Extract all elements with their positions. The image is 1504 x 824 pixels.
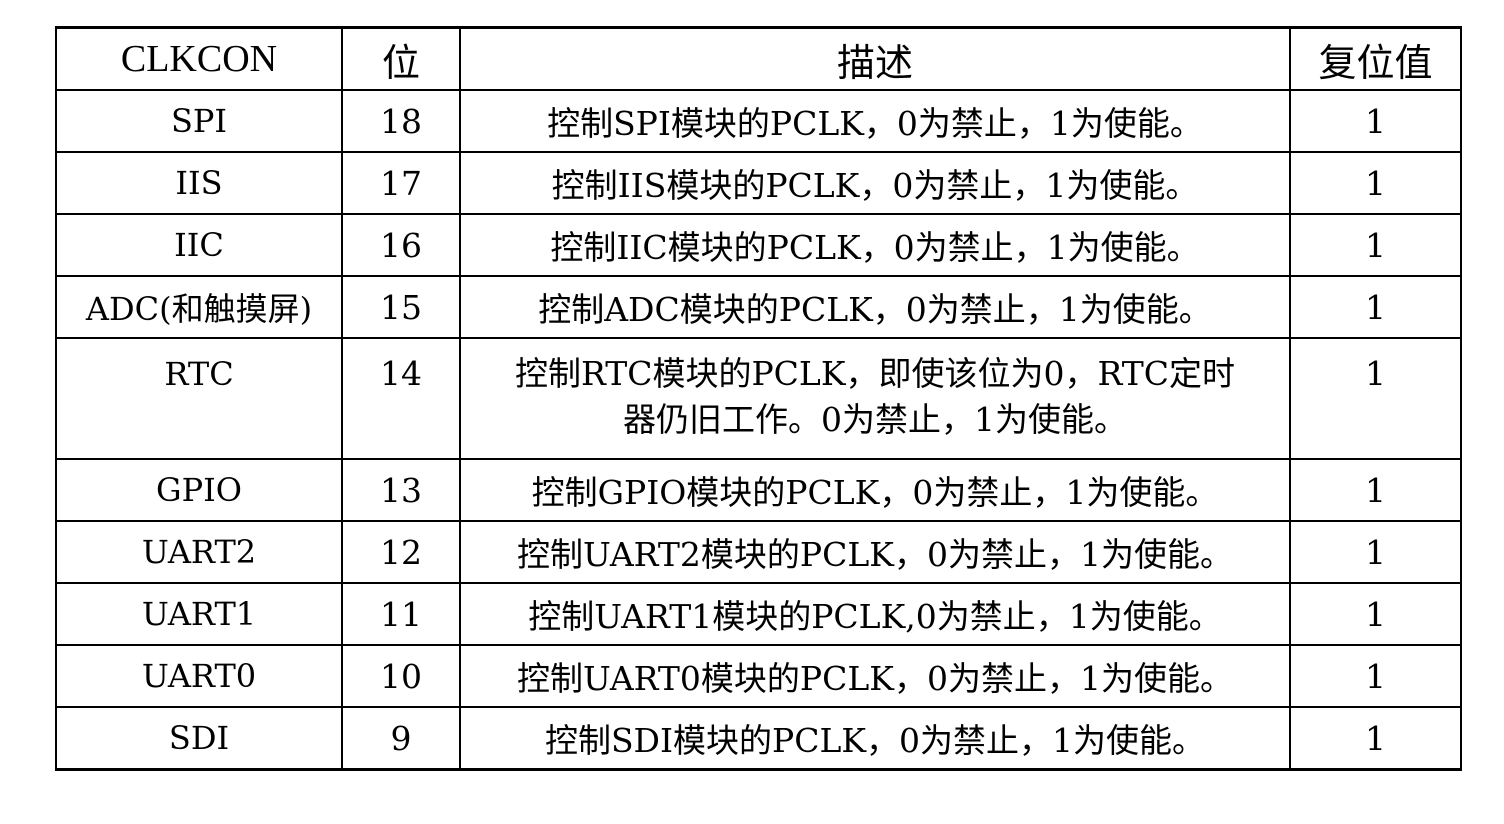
table-header-row: CLKCON 位 描述 复位值 bbox=[55, 26, 1462, 91]
table-row: UART2 12 控制UART2模块的PCLK，0为禁止，1为使能。 1 bbox=[55, 520, 1462, 584]
cell-reset: 1 bbox=[1289, 337, 1462, 460]
description-line: 控制IIC模块的PCLK，0为禁止，1为使能。 bbox=[550, 228, 1200, 267]
description-line: 控制ADC模块的PCLK，0为禁止，1为使能。 bbox=[538, 290, 1212, 329]
cell-name: SDI bbox=[55, 706, 343, 771]
cell-name: SPI bbox=[55, 89, 343, 153]
cell-description: 控制ADC模块的PCLK，0为禁止，1为使能。 bbox=[459, 275, 1291, 339]
cell-name: UART0 bbox=[55, 644, 343, 708]
cell-reset: 1 bbox=[1289, 213, 1462, 277]
cell-reset: 1 bbox=[1289, 582, 1462, 646]
cell-bit: 9 bbox=[341, 706, 461, 771]
cell-description: 控制UART1模块的PCLK,0为禁止，1为使能。 bbox=[459, 582, 1291, 646]
table-row: SDI 9 控制SDI模块的PCLK，0为禁止，1为使能。 1 bbox=[55, 706, 1462, 771]
table-row: GPIO 13 控制GPIO模块的PCLK，0为禁止，1为使能。 1 bbox=[55, 458, 1462, 522]
description-line: 控制RTC模块的PCLK，即使该位为0，RTC定时 bbox=[514, 354, 1236, 393]
description-line: 控制SDI模块的PCLK，0为禁止，1为使能。 bbox=[544, 721, 1206, 760]
cell-bit: 16 bbox=[341, 213, 461, 277]
cell-bit: 13 bbox=[341, 458, 461, 522]
cell-description: 控制IIS模块的PCLK，0为禁止，1为使能。 bbox=[459, 151, 1291, 215]
cell-name: IIC bbox=[55, 213, 343, 277]
cell-bit: 18 bbox=[341, 89, 461, 153]
cell-reset: 1 bbox=[1289, 644, 1462, 708]
cell-description: 控制UART0模块的PCLK，0为禁止，1为使能。 bbox=[459, 644, 1291, 708]
cell-bit: 10 bbox=[341, 644, 461, 708]
cell-name: RTC bbox=[55, 337, 343, 460]
description-line: 器仍旧工作。0为禁止，1为使能。 bbox=[623, 400, 1127, 439]
header-clkcon: CLKCON bbox=[55, 26, 343, 91]
table-row: UART1 11 控制UART1模块的PCLK,0为禁止，1为使能。 1 bbox=[55, 582, 1462, 646]
table-row: IIC 16 控制IIC模块的PCLK，0为禁止，1为使能。 1 bbox=[55, 213, 1462, 277]
cell-name: ADC(和触摸屏) bbox=[55, 275, 343, 339]
cell-description: 控制UART2模块的PCLK，0为禁止，1为使能。 bbox=[459, 520, 1291, 584]
table-row: UART0 10 控制UART0模块的PCLK，0为禁止，1为使能。 1 bbox=[55, 644, 1462, 708]
cell-name: IIS bbox=[55, 151, 343, 215]
cell-reset: 1 bbox=[1289, 275, 1462, 339]
table-row: IIS 17 控制IIS模块的PCLK，0为禁止，1为使能。 1 bbox=[55, 151, 1462, 215]
cell-reset: 1 bbox=[1289, 151, 1462, 215]
description-line: 控制UART2模块的PCLK，0为禁止，1为使能。 bbox=[517, 535, 1233, 574]
cell-bit: 17 bbox=[341, 151, 461, 215]
cell-description: 控制SPI模块的PCLK，0为禁止，1为使能。 bbox=[459, 89, 1291, 153]
cell-name: UART1 bbox=[55, 582, 343, 646]
description-line: 控制UART1模块的PCLK,0为禁止，1为使能。 bbox=[528, 597, 1222, 636]
description-line: 控制UART0模块的PCLK，0为禁止，1为使能。 bbox=[517, 659, 1233, 698]
clkcon-register-table: CLKCON 位 描述 复位值 SPI 18 控制SPI模块的PCLK，0为禁止… bbox=[55, 26, 1462, 771]
header-description: 描述 bbox=[459, 26, 1291, 91]
header-reset-value: 复位值 bbox=[1289, 26, 1462, 91]
header-bit: 位 bbox=[341, 26, 461, 91]
description-line: 控制GPIO模块的PCLK，0为禁止，1为使能。 bbox=[531, 473, 1219, 512]
cell-name: GPIO bbox=[55, 458, 343, 522]
table-row: SPI 18 控制SPI模块的PCLK，0为禁止，1为使能。 1 bbox=[55, 89, 1462, 153]
table-row: RTC 14 控制RTC模块的PCLK，即使该位为0，RTC定时 器仍旧工作。0… bbox=[55, 337, 1462, 460]
table-row: ADC(和触摸屏) 15 控制ADC模块的PCLK，0为禁止，1为使能。 1 bbox=[55, 275, 1462, 339]
cell-bit: 11 bbox=[341, 582, 461, 646]
cell-bit: 14 bbox=[341, 337, 461, 460]
description-line: 控制IIS模块的PCLK，0为禁止，1为使能。 bbox=[551, 166, 1199, 205]
cell-reset: 1 bbox=[1289, 706, 1462, 771]
description-line: 控制SPI模块的PCLK，0为禁止，1为使能。 bbox=[547, 104, 1203, 143]
cell-description: 控制IIC模块的PCLK，0为禁止，1为使能。 bbox=[459, 213, 1291, 277]
cell-reset: 1 bbox=[1289, 520, 1462, 584]
cell-bit: 15 bbox=[341, 275, 461, 339]
cell-bit: 12 bbox=[341, 520, 461, 584]
cell-reset: 1 bbox=[1289, 89, 1462, 153]
cell-description: 控制RTC模块的PCLK，即使该位为0，RTC定时 器仍旧工作。0为禁止，1为使… bbox=[459, 337, 1291, 460]
cell-description: 控制SDI模块的PCLK，0为禁止，1为使能。 bbox=[459, 706, 1291, 771]
cell-name: UART2 bbox=[55, 520, 343, 584]
cell-reset: 1 bbox=[1289, 458, 1462, 522]
cell-description: 控制GPIO模块的PCLK，0为禁止，1为使能。 bbox=[459, 458, 1291, 522]
